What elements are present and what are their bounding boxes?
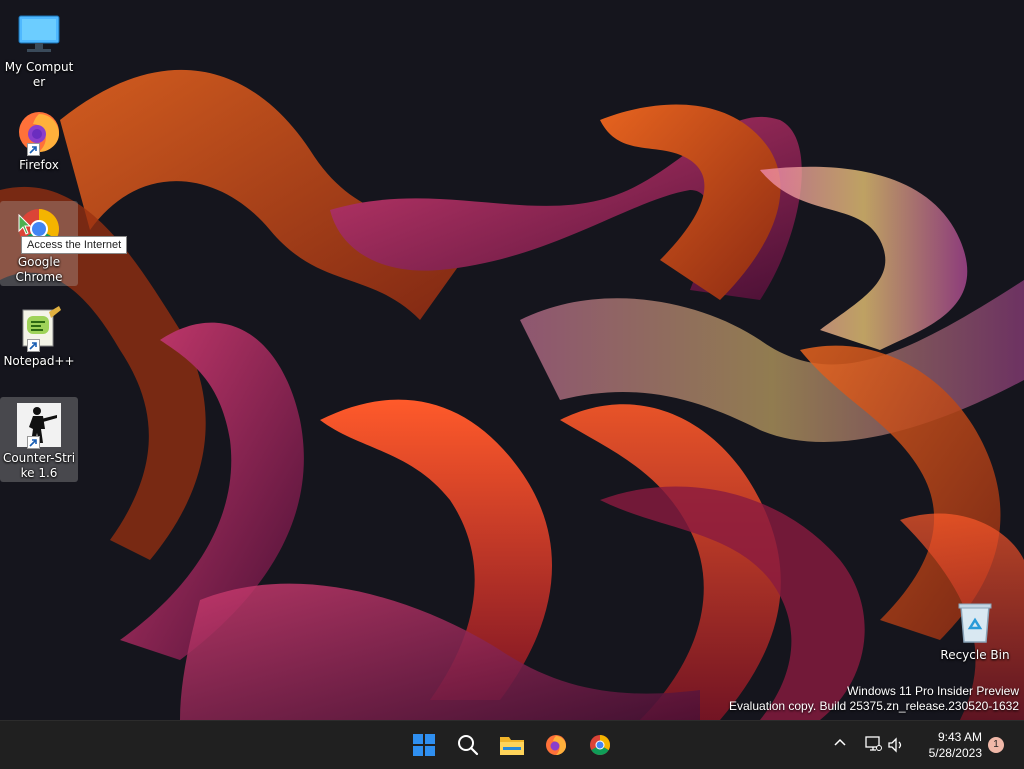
shortcut-arrow-icon: [27, 339, 40, 352]
desktop-icon-firefox[interactable]: Firefox: [0, 104, 78, 174]
firefox-taskbar-button[interactable]: [538, 727, 574, 763]
notepad-plus-plus-icon: [15, 304, 63, 352]
clock-time: 9:43 AM: [937, 730, 982, 744]
show-hidden-icons-chevron-up-icon[interactable]: [832, 735, 848, 751]
start-button[interactable]: [406, 727, 442, 763]
search-icon: [458, 735, 479, 756]
computer-icon: [15, 10, 63, 58]
chrome-taskbar-button[interactable]: [582, 727, 618, 763]
tooltip: Access the Internet: [21, 236, 128, 254]
desktop-icon-label: Counter-Strike 1.6: [2, 451, 76, 480]
desktop-wallpaper: [0, 0, 1024, 720]
desktop-icon-label: Firefox: [19, 158, 59, 172]
file-explorer-icon: [500, 737, 524, 755]
shortcut-arrow-icon: [27, 143, 40, 156]
firefox-icon: [546, 735, 566, 755]
clock-date: 5/28/2023: [928, 746, 982, 760]
notification-badge[interactable]: 1: [988, 737, 1004, 753]
counter-strike-icon: [15, 401, 63, 449]
chrome-icon: [590, 735, 610, 755]
mouse-cursor-icon: [18, 214, 32, 235]
shortcut-arrow-icon: [27, 436, 40, 449]
taskbar-clock[interactable]: 9:43 AM 5/28/2023: [916, 729, 982, 761]
desktop-icon-label: Google Chrome: [15, 255, 63, 284]
desktop-icon-notepad-plus-plus[interactable]: Notepad++: [0, 300, 78, 370]
file-explorer-button[interactable]: [494, 727, 530, 763]
firefox-icon: [15, 108, 63, 156]
recycle-bin-icon: [951, 598, 999, 646]
desktop-icon-counter-strike[interactable]: Counter-Strike 1.6: [0, 397, 78, 482]
start-icon: [413, 734, 435, 756]
desktop-icon-label: My Computer: [4, 60, 74, 89]
network-icon[interactable]: [864, 735, 882, 753]
desktop-icon-label: Recycle Bin: [940, 648, 1010, 662]
taskbar: 9:43 AM 5/28/2023 1: [0, 720, 1024, 769]
search-button[interactable]: [450, 727, 486, 763]
volume-icon[interactable]: [887, 736, 905, 754]
desktop-icon-my-computer[interactable]: My Computer: [0, 6, 78, 89]
evaluation-watermark: Windows 11 Pro Insider Preview Evaluatio…: [729, 684, 1019, 714]
watermark-line-build: Evaluation copy. Build 25375.zn_release.…: [729, 699, 1019, 713]
desktop-icon-label: Notepad++: [3, 354, 75, 368]
watermark-line-edition: Windows 11 Pro Insider Preview: [847, 684, 1019, 698]
desktop-icon-recycle-bin[interactable]: Recycle Bin: [936, 594, 1014, 664]
